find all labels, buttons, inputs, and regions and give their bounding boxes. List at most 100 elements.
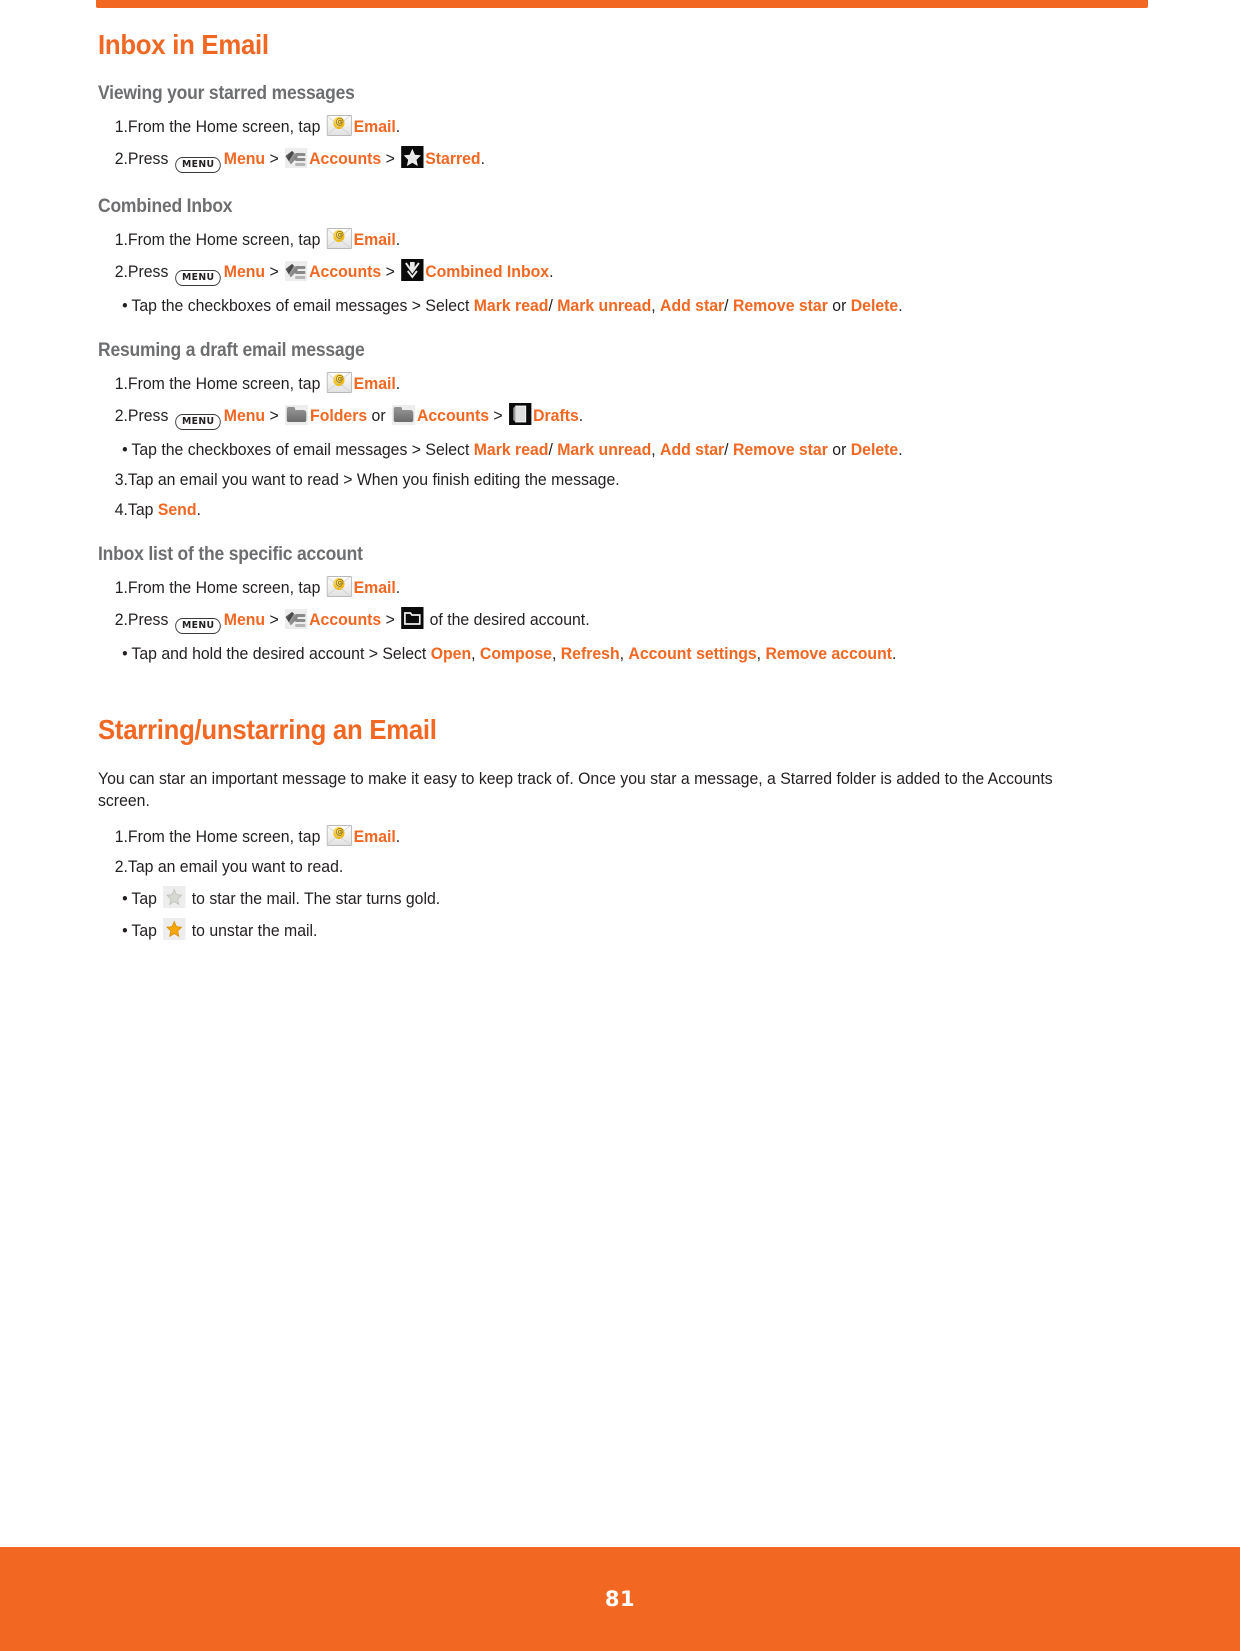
step-number: 1.: [114, 230, 128, 250]
numbered-step: 1. From the Home screen, tap @ Email.: [98, 824, 1028, 847]
ui-term: Remove star: [732, 439, 828, 459]
bullet-marker: •: [122, 296, 128, 316]
page-number: 81: [604, 1587, 636, 1611]
at-symbol: @: [335, 577, 344, 588]
ui-term: Refresh: [560, 643, 620, 663]
section-heading: Starring/unstarring an Email: [98, 714, 437, 746]
at-symbol: @: [335, 116, 344, 127]
at-symbol: @: [335, 230, 344, 241]
step-text: Press: [127, 149, 173, 169]
step-list: 1. From the Home screen, tap @ Email. 2. P…: [98, 371, 1098, 521]
ui-term: Starred: [425, 149, 481, 169]
ui-term: Accounts: [309, 609, 382, 629]
ui-term: Add star: [660, 296, 725, 316]
ui-term: Folders: [310, 405, 368, 425]
ui-term: Menu: [223, 609, 266, 629]
step-text: .: [395, 577, 401, 597]
page-top-rule: [96, 0, 1148, 8]
ui-term: Email: [353, 230, 396, 250]
ui-term: Delete: [850, 296, 899, 316]
step-text: From the Home screen, tap: [127, 230, 325, 250]
ui-term: Send: [157, 500, 197, 520]
folder-icon: [391, 404, 416, 425]
ui-term: Mark read: [473, 439, 549, 459]
step-text: or: [367, 405, 391, 425]
step-text: /: [724, 439, 733, 459]
step-text: ,: [651, 439, 661, 459]
numbered-step: 2. Press MENU Menu > Accounts > Combined …: [98, 259, 1028, 287]
step-text: ,: [551, 643, 561, 663]
step-text: >: [265, 149, 284, 169]
ui-term: Mark unread: [557, 439, 652, 459]
step-text: Press: [127, 405, 173, 425]
step-list: 1. From the Home screen, tap @ Email. 2. P…: [98, 114, 1098, 174]
ui-term: Open: [430, 643, 472, 663]
ui-term: Remove account: [765, 643, 893, 663]
folder-icon: [284, 404, 309, 425]
step-text: .: [395, 116, 401, 136]
step-number: 1.: [114, 116, 128, 136]
menu-key-icon: MENU: [175, 270, 221, 287]
step-text: .: [196, 500, 201, 520]
ui-term: Accounts: [416, 405, 490, 425]
bullet-marker: •: [122, 889, 128, 909]
account-folder-icon: [401, 606, 424, 629]
step-text: From the Home screen, tap: [127, 116, 325, 136]
step-text: .: [898, 439, 903, 459]
step-text: >: [489, 405, 508, 425]
step-list: 1. From the Home screen, tap @ Email. 2. P…: [98, 575, 1098, 665]
accounts-icon: [284, 261, 308, 282]
numbered-step: 2. Press MENU Menu > Folders or Accounts …: [98, 402, 1028, 430]
step-text: .: [395, 373, 401, 393]
ui-term: Combined Inbox: [425, 262, 550, 282]
subsection-heading: Inbox list of the specific account: [98, 543, 363, 565]
step-text: ,: [756, 643, 766, 663]
ui-term: Add star: [660, 439, 725, 459]
bullet-item: • Tap and hold the desired account > Sel…: [98, 643, 1028, 664]
step-number: 2.: [114, 856, 128, 876]
numbered-step: 4. Tap Send.: [98, 499, 1028, 520]
step-text: >: [381, 262, 400, 282]
numbered-step: 2. Tap an email you want to read.: [98, 856, 1028, 877]
ui-term: Menu: [223, 405, 266, 425]
step-text: From the Home screen, tap: [127, 373, 325, 393]
ui-term: Account settings: [628, 643, 757, 663]
step-text: >: [381, 149, 400, 169]
ui-term: Menu: [223, 149, 266, 169]
step-text: .: [480, 149, 485, 169]
step-text: From the Home screen, tap: [127, 826, 325, 846]
step-text: Tap: [131, 889, 162, 909]
ui-term: Delete: [850, 439, 899, 459]
ui-term: Email: [353, 116, 396, 136]
ui-term: Email: [353, 826, 396, 846]
step-text: Tap an email you want to read > When you…: [127, 470, 620, 490]
at-symbol: @: [335, 373, 344, 384]
step-text: From the Home screen, tap: [127, 577, 325, 597]
email-icon: @: [326, 575, 352, 597]
step-text: /: [548, 296, 558, 316]
ui-term: Accounts: [309, 262, 382, 282]
combined-inbox-icon: [401, 259, 424, 282]
step-text: Tap: [127, 500, 158, 520]
step-number: 4.: [114, 500, 128, 520]
step-number: 3.: [114, 470, 128, 490]
step-text: Tap: [131, 921, 162, 941]
step-text: >: [381, 609, 400, 629]
step-text: Tap an email you want to read.: [127, 856, 344, 876]
bullet-marker: •: [122, 921, 128, 941]
step-text: /: [548, 439, 558, 459]
page-content: Inbox in Email Viewing your starred messa…: [98, 29, 1098, 965]
step-text: or: [827, 439, 851, 459]
bullet-item: • Tap to unstar the mail.: [98, 918, 1028, 941]
ui-term: Compose: [479, 643, 552, 663]
star-gold-icon: [163, 918, 186, 941]
star-empty-icon: [163, 886, 186, 909]
step-list: 1. From the Home screen, tap @ Email. 2. T…: [98, 824, 1098, 942]
step-text: .: [395, 230, 401, 250]
bullet-item: • Tap the checkboxes of email messages >…: [98, 439, 1028, 460]
bullet-marker: •: [122, 439, 128, 459]
email-icon: @: [326, 371, 352, 393]
